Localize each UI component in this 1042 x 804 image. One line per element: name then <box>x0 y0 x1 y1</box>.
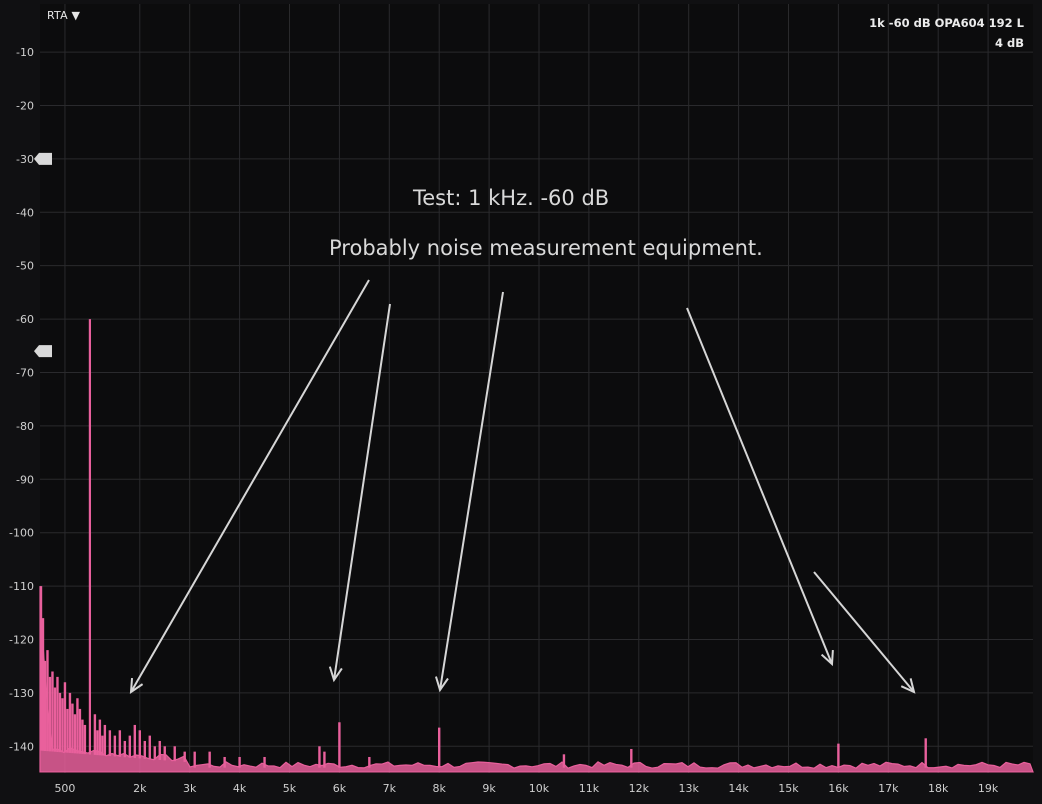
y-tick-label: -100 <box>9 527 34 540</box>
y-tick-label: -50 <box>16 260 34 273</box>
y-tick-label: -30 <box>16 153 34 166</box>
x-tick-label: 6k <box>333 782 347 795</box>
y-axis: -10 -20 -30 -40 -50 -60 -70 -80 -90 -100 -110 -120 -… <box>9 46 34 753</box>
y-tick-label: -70 <box>16 366 34 379</box>
y-tick-label: -90 <box>16 473 34 486</box>
y-tick-label: -20 <box>16 99 34 112</box>
x-axis: 500 2k 3k 4k 5k 6k 7k 8k 9k 10k 11k 12k 13k 14k 15k 16k… <box>54 782 998 795</box>
x-tick-label: 12k <box>629 782 650 795</box>
series-range: 4 dB <box>994 36 1024 50</box>
y-tick-label: -130 <box>9 687 34 700</box>
y-tick-label: -80 <box>16 420 34 433</box>
y-tick-label: -140 <box>9 740 34 753</box>
y-tick-label: -40 <box>16 206 34 219</box>
x-tick-label: 2k <box>133 782 147 795</box>
series-name: 1k -60 dB OPA604 192 L <box>869 16 1024 30</box>
x-tick-label: 10k <box>529 782 550 795</box>
x-tick-label: 17k <box>878 782 899 795</box>
x-tick-label: 18k <box>928 782 949 795</box>
x-tick-label: 19k <box>978 782 999 795</box>
x-tick-label: 15k <box>778 782 799 795</box>
x-tick-label: 16k <box>828 782 849 795</box>
x-tick-label: 3k <box>183 782 197 795</box>
x-tick-label: 9k <box>482 782 496 795</box>
x-tick-label: 11k <box>579 782 600 795</box>
rta-menu-button[interactable]: RTA ▼ <box>47 9 80 22</box>
plot-area <box>40 4 1033 773</box>
y-tick-label: -60 <box>16 313 34 326</box>
level-marker-icon[interactable] <box>34 152 52 165</box>
x-tick-label: 7k <box>383 782 397 795</box>
spectrum-chart: -10 -20 -30 -40 -50 -60 -70 -80 -90 -100 -110 -120 -… <box>9 4 1034 795</box>
y-tick-label: -120 <box>9 633 34 646</box>
level-marker-icon[interactable] <box>34 345 52 358</box>
x-tick-label: 500 <box>54 782 75 795</box>
x-tick-label: 13k <box>679 782 700 795</box>
annotation-noise: Probably noise measurement equipment. <box>329 236 763 260</box>
series-info: 1k -60 dB OPA604 192 L 4 dB <box>869 13 1024 53</box>
x-tick-label: 4k <box>233 782 247 795</box>
x-tick-label: 5k <box>283 782 297 795</box>
x-tick-label: 8k <box>433 782 447 795</box>
y-tick-label: -10 <box>16 46 34 59</box>
annotation-test: Test: 1 kHz. -60 dB <box>413 186 610 210</box>
x-tick-label: 14k <box>728 782 749 795</box>
y-tick-label: -110 <box>9 580 34 593</box>
